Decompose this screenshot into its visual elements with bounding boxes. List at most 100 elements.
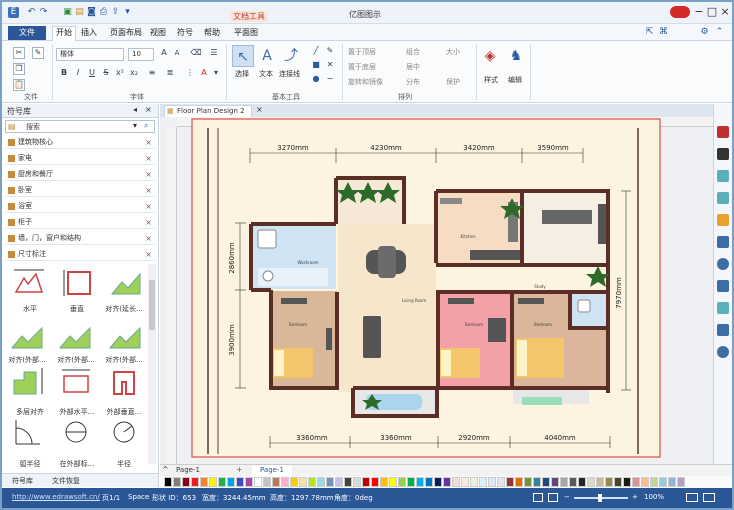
library-close-icon[interactable]: × [145, 232, 152, 245]
print-icon[interactable]: ⎙ [98, 7, 109, 18]
export-icon[interactable]: ⇪ [110, 7, 121, 18]
color-swatch[interactable] [542, 477, 550, 487]
zoom-slider-thumb[interactable] [598, 494, 602, 502]
image-icon[interactable] [717, 192, 729, 204]
color-swatch[interactable] [506, 477, 514, 487]
color-swatch[interactable] [389, 477, 397, 487]
fit-page-icon[interactable] [533, 493, 543, 502]
menu-home[interactable]: 开始 [52, 26, 76, 41]
menu-file[interactable]: 文件 [8, 26, 46, 40]
color-swatch[interactable] [623, 477, 631, 487]
panel-close-icon[interactable]: × [145, 105, 152, 114]
customize-quick-access-icon[interactable]: ▾ [122, 7, 133, 18]
select-tool-icon[interactable]: ↖ [232, 45, 254, 67]
color-swatch[interactable] [227, 477, 235, 487]
symbol-vertical[interactable] [63, 270, 91, 296]
menu-help[interactable]: 帮助 [204, 27, 220, 39]
color-swatch[interactable] [650, 477, 658, 487]
cut-icon[interactable]: ✂ [13, 47, 25, 59]
close-icon[interactable]: × [718, 5, 732, 19]
symbol-aligned-outside-2[interactable] [58, 326, 91, 349]
color-swatch[interactable] [659, 477, 667, 487]
protect-button[interactable]: 保护 [446, 77, 460, 87]
fill-icon[interactable] [717, 126, 729, 138]
new-file-icon[interactable]: ▣ [62, 7, 73, 18]
menu-floor-plan[interactable]: 平面图 [234, 27, 258, 39]
color-swatch[interactable] [632, 477, 640, 487]
fit-width-icon[interactable] [548, 493, 558, 502]
text-tool-icon[interactable]: A [256, 45, 278, 67]
color-swatch[interactable] [245, 477, 253, 487]
symbol-arc-radius[interactable] [15, 420, 40, 445]
redo-icon[interactable]: ↷ [38, 7, 49, 18]
color-swatch[interactable] [236, 477, 244, 487]
zoom-out-icon[interactable]: − [564, 493, 570, 501]
color-swatch[interactable] [560, 477, 568, 487]
document-tab-close-icon[interactable]: × [256, 105, 263, 114]
color-swatch[interactable] [209, 477, 217, 487]
share-icon[interactable]: ⇱ [644, 27, 655, 38]
color-swatch[interactable] [497, 477, 505, 487]
color-swatch[interactable] [641, 477, 649, 487]
library-close-icon[interactable]: × [145, 200, 152, 213]
style-icon[interactable]: ◈ [479, 45, 501, 67]
copy-icon[interactable]: ❐ [13, 63, 25, 75]
symbol-multi-level[interactable] [13, 368, 43, 395]
hyperlink-icon[interactable] [717, 258, 729, 270]
color-swatch[interactable] [173, 477, 181, 487]
color-swatch[interactable] [182, 477, 190, 487]
symbol-radius[interactable] [113, 421, 135, 443]
library-item-kitchen-dining[interactable]: 厨房和餐厅 × [5, 168, 155, 181]
ellipse-tool-icon[interactable]: ● [310, 74, 322, 86]
color-swatch[interactable] [335, 477, 343, 487]
color-swatch[interactable] [290, 477, 298, 487]
network-icon[interactable]: ⌘ [658, 27, 669, 38]
search-box[interactable]: ▤ 搜索 ▾ ⌕ [5, 120, 155, 133]
color-swatch[interactable] [596, 477, 604, 487]
help-icon[interactable] [717, 346, 729, 358]
color-swatch[interactable] [407, 477, 415, 487]
tab-file-recovery[interactable]: 文件恢复 [52, 476, 80, 486]
symbol-outside-horizontal[interactable] [62, 369, 90, 393]
scrollbar-thumb[interactable] [149, 280, 155, 330]
tab-symbol-library[interactable]: 符号库 [12, 476, 33, 486]
color-swatch[interactable] [263, 477, 271, 487]
collapse-ribbon-icon[interactable]: ⌃ [714, 27, 725, 38]
search-input[interactable]: 搜索 [26, 122, 40, 132]
symbol-aligned-outside-3[interactable] [108, 326, 141, 349]
edit-label[interactable]: 编辑 [508, 75, 522, 85]
color-swatch[interactable] [551, 477, 559, 487]
library-close-icon[interactable]: × [145, 248, 152, 261]
page-tab-1[interactable]: Page-1 [252, 465, 292, 476]
library-item-bathroom[interactable]: 浴室 × [5, 200, 155, 213]
color-swatch[interactable] [272, 477, 280, 487]
superscript-icon[interactable]: x² [114, 68, 126, 80]
color-swatch[interactable] [668, 477, 676, 487]
color-swatch[interactable] [569, 477, 577, 487]
library-item-building-core[interactable]: 建筑物核心 × [5, 136, 155, 149]
text-tool-label[interactable]: 文本 [259, 69, 273, 79]
pin-icon[interactable]: ◂ [133, 105, 137, 114]
comment-icon[interactable] [717, 302, 729, 314]
menu-symbols[interactable]: 符号 [177, 27, 193, 39]
format-painter-icon[interactable]: ✎ [32, 47, 44, 59]
style-label[interactable]: 样式 [484, 75, 498, 85]
color-swatch[interactable] [317, 477, 325, 487]
symbol-aligned-outside-1[interactable] [10, 326, 43, 349]
bring-to-front-button[interactable]: 置于顶层 [348, 47, 376, 57]
page-collapse-icon[interactable]: ^ [162, 465, 169, 474]
undo-icon[interactable]: ↶ [26, 7, 37, 18]
color-swatch[interactable] [443, 477, 451, 487]
library-close-icon[interactable]: × [145, 216, 152, 229]
open-folder-icon[interactable]: ▤ [74, 7, 85, 18]
font-color-icon[interactable]: A [198, 68, 210, 80]
menu-insert[interactable]: 插入 [81, 27, 97, 39]
zoom-in-icon[interactable]: + [632, 493, 638, 501]
bullets-icon[interactable]: ☰ [208, 48, 220, 60]
curve-tool-icon[interactable]: ∽ [324, 74, 336, 86]
color-swatch[interactable] [614, 477, 622, 487]
color-swatch[interactable] [398, 477, 406, 487]
font-size-select[interactable]: 10 [128, 48, 154, 61]
rotate-mirror-button[interactable]: 旋转和镜像 [348, 77, 383, 87]
paste-icon[interactable]: 📋 [13, 79, 25, 91]
